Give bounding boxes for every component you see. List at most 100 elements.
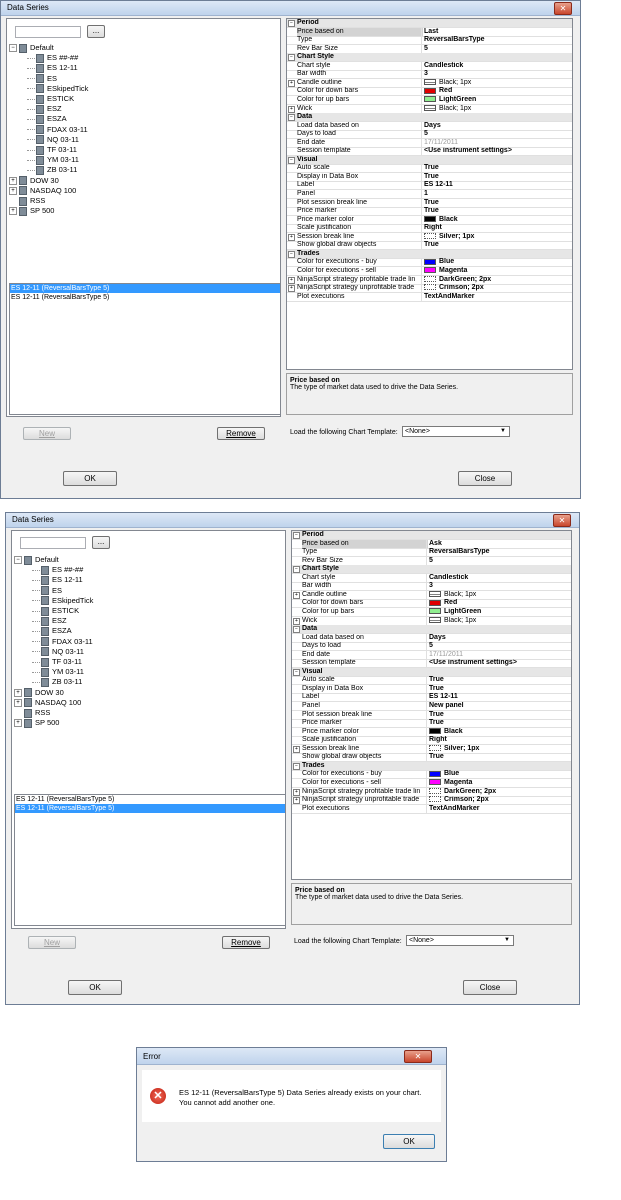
property-value[interactable]: Black [421, 215, 572, 224]
property-value[interactable]: Ask [426, 539, 571, 548]
title-bar-2[interactable]: Data Series ✕ [6, 513, 579, 528]
property-value[interactable]: Magenta [421, 266, 572, 275]
property-value[interactable]: Candlestick [426, 573, 571, 582]
property-value[interactable]: 1 [421, 190, 572, 198]
close-icon[interactable]: ✕ [554, 2, 572, 15]
expand-icon[interactable]: + [288, 105, 295, 113]
collapse-icon[interactable]: − [9, 44, 17, 53]
property-value[interactable]: <Use instrument settings> [426, 659, 571, 668]
expand-icon[interactable]: + [9, 207, 17, 216]
property-value[interactable]: Blue [426, 770, 571, 779]
property-value[interactable]: Silver; 1px [426, 744, 571, 753]
tree-item[interactable]: TF 03-11 [27, 145, 77, 155]
property-value[interactable]: LightGreen [426, 607, 571, 616]
property-value[interactable]: DarkGreen; 2px [421, 275, 572, 284]
tree-item[interactable]: RSS [9, 196, 45, 206]
property-value[interactable]: TextAndMarker [426, 804, 571, 813]
close-icon[interactable]: ✕ [404, 1050, 432, 1063]
expand-icon[interactable]: + [293, 617, 300, 625]
close-button-2[interactable]: Close [463, 980, 517, 995]
property-value[interactable]: True [426, 719, 571, 728]
property-value[interactable]: True [426, 753, 571, 762]
tree-item[interactable]: ESZA [27, 114, 67, 124]
collapse-icon[interactable]: − [288, 54, 295, 62]
data-series-list[interactable]: ES 12-11 (ReversalBarsType 5) ES 12-11 (R… [9, 283, 281, 415]
property-value[interactable]: Black; 1px [426, 616, 571, 625]
collapse-icon[interactable]: − [14, 556, 22, 565]
property-value[interactable]: True [421, 164, 572, 173]
data-series-list-2[interactable]: ES 12-11 (ReversalBarsType 5) ES 12-11 (R… [14, 794, 286, 926]
tree-item[interactable]: FDAX 03-11 [32, 637, 93, 647]
instrument-search-input[interactable] [15, 26, 81, 38]
expand-icon[interactable]: + [14, 688, 22, 697]
tree-item[interactable]: YM 03-11 [32, 667, 84, 677]
property-value[interactable]: <Use instrument settings> [421, 147, 572, 156]
property-value[interactable]: True [421, 172, 572, 181]
property-value[interactable]: ES 12-11 [426, 693, 571, 702]
collapse-icon[interactable]: − [288, 250, 295, 258]
property-value[interactable]: True [426, 676, 571, 685]
property-value[interactable]: Crimson; 2px [421, 284, 572, 293]
tree-item[interactable]: ES 12-11 [32, 575, 83, 585]
property-value[interactable]: ReversalBarsType [421, 36, 572, 45]
tree-item[interactable]: ES [32, 586, 62, 596]
property-grid[interactable]: − Period Price based on Last Type ReversalBar… [286, 18, 573, 370]
tree-item[interactable]: ESkipedTick [32, 596, 93, 606]
tree-item[interactable]: + DOW 30 [14, 688, 64, 698]
expand-icon[interactable]: + [293, 797, 300, 805]
error-title-bar[interactable]: Error ✕ [137, 1048, 446, 1065]
property-grid-2[interactable]: − Period Price based on Ask Type ReversalBars… [291, 530, 572, 880]
property-value[interactable]: True [426, 684, 571, 693]
new-button-2[interactable]: New [28, 936, 76, 949]
property-value[interactable]: True [421, 207, 572, 216]
property-value[interactable]: TextAndMarker [421, 292, 572, 301]
browse-button[interactable]: ... [87, 25, 105, 38]
tree-item[interactable]: ZB 03-11 [27, 165, 77, 175]
property-value[interactable]: ReversalBarsType [426, 548, 571, 557]
property-value[interactable]: Crimson; 2px [426, 796, 571, 805]
chart-template-select[interactable]: <None> ▼ [402, 426, 510, 437]
tree-item[interactable]: ES 12-11 [27, 63, 78, 73]
property-value[interactable]: 17/11/2011 [426, 650, 571, 659]
property-value[interactable]: Right [426, 736, 571, 745]
remove-button-2[interactable]: Remove [222, 936, 270, 949]
close-icon[interactable]: ✕ [553, 514, 571, 527]
expand-icon[interactable]: + [288, 233, 295, 241]
tree-item[interactable]: ESZA [32, 626, 72, 636]
expand-icon[interactable]: + [288, 276, 295, 284]
property-value[interactable]: True [426, 710, 571, 719]
expand-icon[interactable]: + [293, 788, 300, 796]
tree-item[interactable]: NQ 03-11 [27, 135, 79, 145]
property-value[interactable]: 5 [421, 130, 572, 139]
property-value[interactable]: DarkGreen; 2px [426, 787, 571, 796]
tree-item[interactable]: ESTICK [27, 94, 74, 104]
new-button[interactable]: New [23, 427, 71, 440]
tree-item[interactable]: ESkipedTick [27, 84, 88, 94]
property-value[interactable]: Red [426, 599, 571, 608]
data-series-item[interactable]: ES 12-11 (ReversalBarsType 5) [10, 284, 280, 293]
expand-icon[interactable]: + [293, 745, 300, 753]
property-value[interactable]: 3 [426, 582, 571, 591]
browse-button-2[interactable]: ... [92, 536, 110, 549]
collapse-icon[interactable]: − [293, 762, 300, 770]
property-value[interactable]: Black [426, 727, 571, 736]
property-value[interactable]: 5 [421, 44, 572, 53]
close-button[interactable]: Close [458, 471, 512, 486]
tree-item[interactable]: + NASDAQ 100 [9, 186, 76, 196]
property-value[interactable]: 3 [421, 70, 572, 79]
expand-icon[interactable]: + [14, 719, 22, 728]
property-row[interactable]: Plot executions TextAndMarker [287, 292, 572, 302]
tree-item[interactable]: + SP 500 [9, 206, 54, 216]
property-value[interactable]: Magenta [426, 778, 571, 787]
property-value[interactable]: Black; 1px [426, 590, 571, 599]
tree-item[interactable]: ES ##-## [32, 565, 83, 575]
tree-item[interactable]: + SP 500 [14, 718, 59, 728]
property-value[interactable]: Black; 1px [421, 104, 572, 113]
expand-icon[interactable]: + [14, 698, 22, 707]
collapse-icon[interactable]: − [293, 532, 300, 539]
tree-item[interactable]: YM 03-11 [27, 155, 79, 165]
property-value[interactable]: Silver; 1px [421, 232, 572, 241]
tree-item[interactable]: TF 03-11 [32, 657, 82, 667]
ok-button[interactable]: OK [63, 471, 117, 486]
tree-item[interactable]: ESZ [32, 616, 67, 626]
